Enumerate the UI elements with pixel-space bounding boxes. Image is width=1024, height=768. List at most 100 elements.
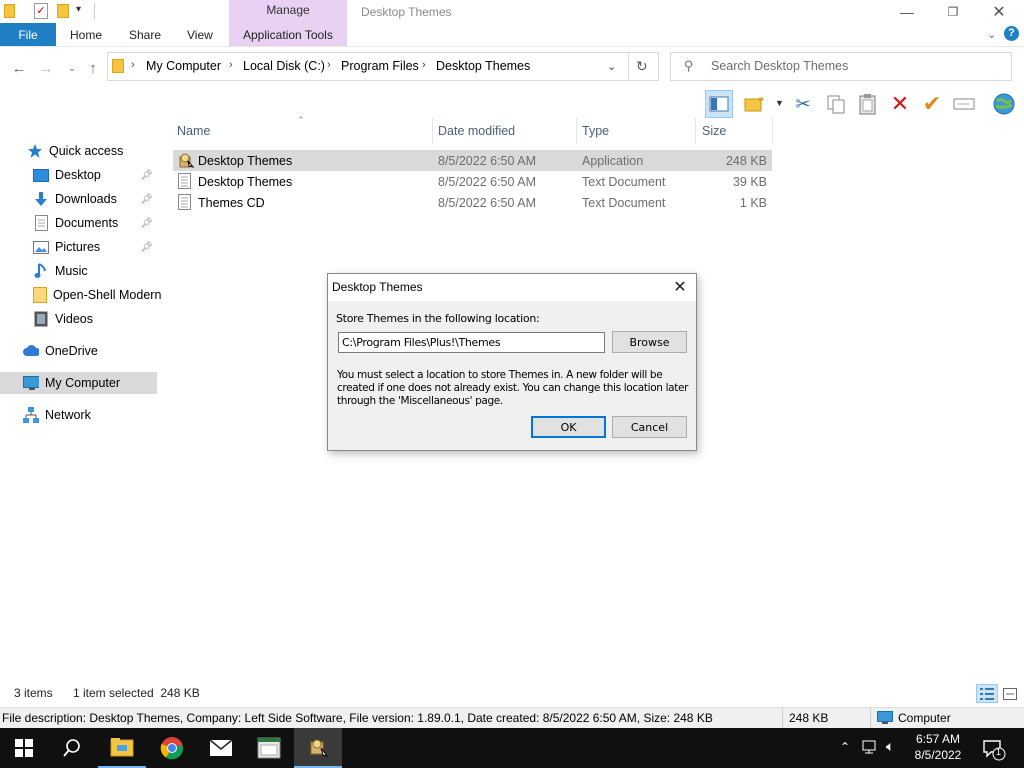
recent-locations-button[interactable]: ⌄ — [62, 58, 82, 78]
file-type: Text Document — [582, 195, 666, 210]
breadcrumb-local-disk[interactable]: Local Disk (C:) — [243, 59, 325, 73]
table-row[interactable]: Themes CD 8/5/2022 6:50 AM Text Document 1 … — [173, 192, 772, 213]
forward-button[interactable]: → — [36, 58, 56, 78]
breadcrumb-desktop-themes[interactable]: Desktop Themes — [436, 59, 530, 73]
file-name: Desktop Themes — [198, 153, 293, 168]
breadcrumb-separator[interactable]: › — [131, 59, 135, 71]
file-size: 1 KB — [739, 195, 767, 210]
details-view-button[interactable] — [976, 684, 998, 703]
breadcrumb-separator[interactable]: › — [327, 59, 331, 71]
chrome-icon — [160, 737, 184, 760]
column-divider[interactable] — [576, 118, 577, 144]
tab-application-tools[interactable]: Application Tools — [243, 28, 333, 42]
taskbar-chrome[interactable] — [148, 728, 196, 768]
properties-icon[interactable]: ✓ — [34, 3, 48, 19]
taskbar-clock[interactable]: 6:57 AM 8/5/2022 — [908, 731, 968, 763]
network-status-icon[interactable] — [862, 739, 880, 755]
sidebar-item-quick-access[interactable]: Quick access — [0, 140, 157, 162]
sidebar-item-videos[interactable]: Videos — [0, 308, 157, 330]
tab-home[interactable]: Home — [70, 28, 102, 42]
column-divider[interactable] — [432, 118, 433, 144]
sidebar-item-desktop[interactable]: Desktop 📌︎ — [0, 164, 157, 186]
cloud-icon — [23, 343, 39, 359]
cut-button[interactable]: ✂ — [789, 90, 817, 118]
text-file-icon — [178, 173, 194, 189]
minimize-button[interactable]: — — [884, 0, 930, 24]
volume-icon[interactable]: 🔈︎ — [886, 738, 894, 755]
dropdown-icon[interactable]: ▼ — [775, 98, 784, 108]
sidebar-item-documents[interactable]: Documents 📌︎ — [0, 212, 157, 234]
column-header-size[interactable]: Size — [702, 124, 726, 138]
desktop-themes-icon — [310, 739, 329, 757]
status-item-count: 3 items — [14, 686, 53, 700]
close-icon: ✕ — [673, 279, 687, 296]
refresh-icon[interactable]: ↻ — [636, 58, 648, 75]
new-folder-button[interactable]: ✶ — [741, 90, 769, 118]
taskbar-app[interactable] — [245, 728, 293, 768]
rename-button[interactable] — [950, 90, 978, 118]
expand-ribbon-icon[interactable]: ⌄ — [987, 28, 996, 41]
breadcrumb-program-files[interactable]: Program Files — [341, 59, 419, 73]
show-hidden-icons-button[interactable]: ⌃ — [840, 740, 850, 754]
navigation-pane-button[interactable] — [705, 90, 733, 118]
up-button[interactable]: ↑ — [83, 58, 103, 78]
taskbar-file-explorer[interactable] — [98, 728, 146, 768]
details-view-icon — [980, 687, 994, 700]
breadcrumb-separator[interactable]: › — [229, 59, 233, 71]
sidebar-item-my-computer[interactable]: My Computer — [0, 372, 157, 394]
mail-icon — [209, 739, 233, 756]
clock-date: 8/5/2022 — [914, 748, 962, 762]
window-title: Desktop Themes — [361, 5, 452, 19]
sidebar-item-downloads[interactable]: Downloads 📌︎ — [0, 188, 157, 210]
address-dropdown-icon[interactable]: ⌄ — [607, 60, 616, 73]
manage-label: Manage — [266, 3, 310, 17]
sidebar-item-network[interactable]: Network — [0, 404, 157, 426]
column-header-date[interactable]: Date modified — [438, 124, 515, 138]
text-file-icon — [178, 194, 194, 210]
new-folder-icon[interactable] — [57, 4, 69, 18]
browse-button[interactable]: Browse — [612, 331, 687, 353]
column-divider[interactable] — [772, 118, 773, 144]
help-icon[interactable]: ? — [1004, 26, 1019, 41]
tab-file[interactable]: File — [0, 23, 56, 46]
paste-icon — [859, 94, 876, 115]
sidebar-item-music[interactable]: Music — [0, 260, 157, 282]
breadcrumb-my-computer[interactable]: My Computer — [146, 59, 221, 73]
column-header-type[interactable]: Type — [582, 124, 609, 138]
sidebar-item-onedrive[interactable]: OneDrive — [0, 340, 157, 362]
tab-share[interactable]: Share — [129, 28, 161, 42]
delete-button[interactable]: ✕ — [886, 90, 914, 118]
tab-view[interactable]: View — [187, 28, 213, 42]
dialog-close-button[interactable]: ✕ — [666, 276, 694, 298]
sidebar-item-open-shell-modern[interactable]: Open-Shell Modern — [0, 284, 161, 306]
video-icon — [33, 311, 49, 327]
restore-button[interactable]: ❐ — [930, 0, 976, 24]
column-divider[interactable] — [695, 118, 696, 144]
back-button[interactable]: ← — [9, 58, 29, 78]
start-button[interactable] — [0, 728, 48, 768]
action-center-button[interactable]: 1 — [980, 736, 1008, 762]
table-row[interactable]: Desktop Themes 8/5/2022 6:50 AM Text Docum… — [173, 171, 772, 192]
sidebar-item-pictures[interactable]: Pictures 📌︎ — [0, 236, 157, 258]
location-field[interactable] — [338, 332, 605, 353]
internet-button[interactable] — [990, 90, 1018, 118]
breadcrumb-separator[interactable]: › — [422, 59, 426, 71]
forward-arrow-icon: → — [38, 59, 54, 77]
file-explorer-icon — [110, 738, 134, 757]
close-button[interactable]: ✕ — [976, 0, 1022, 24]
minimize-icon: — — [900, 4, 914, 20]
desktop-themes-dialog: Desktop Themes ✕ Store Themes in the fol… — [327, 273, 697, 451]
copy-icon — [827, 95, 845, 114]
column-header-name[interactable]: Name — [177, 124, 210, 138]
paste-button[interactable] — [854, 90, 882, 118]
properties-button[interactable]: ✔ — [918, 90, 946, 118]
qat-dropdown-icon[interactable]: ▾ — [76, 4, 81, 15]
search-button[interactable] — [48, 728, 96, 768]
taskbar-desktop-themes[interactable] — [294, 728, 342, 768]
table-row[interactable]: Desktop Themes 8/5/2022 6:50 AM Applicatio… — [173, 150, 772, 171]
ok-button[interactable]: OK — [531, 416, 606, 438]
copy-button[interactable] — [822, 90, 850, 118]
taskbar-mail[interactable] — [197, 728, 245, 768]
large-icons-view-button[interactable] — [1001, 686, 1019, 702]
cancel-button[interactable]: Cancel — [612, 416, 687, 438]
